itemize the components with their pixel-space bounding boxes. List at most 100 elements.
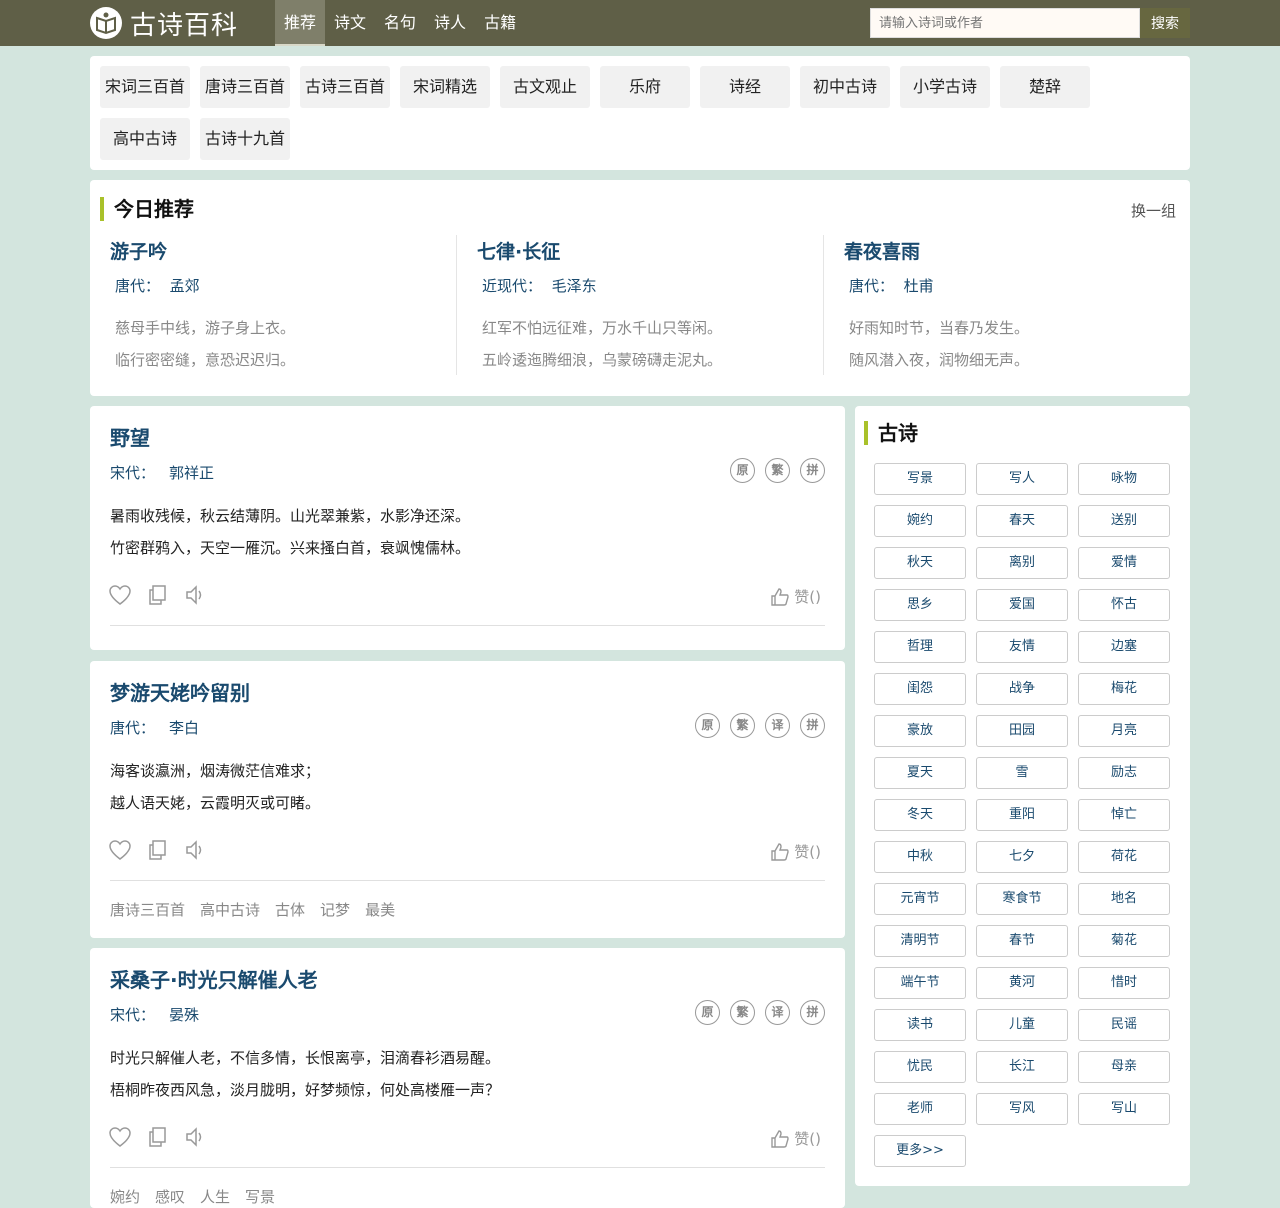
poem-tag[interactable]: 最美	[365, 899, 395, 920]
copy-icon[interactable]	[146, 584, 170, 606]
nav-item-quotes[interactable]: 名句	[375, 0, 425, 46]
sidebar-tag[interactable]: 冬天	[874, 799, 966, 831]
like-button[interactable]: 赞()	[770, 586, 821, 607]
sidebar-tag[interactable]: 春节	[976, 925, 1068, 957]
nav-item-recommend[interactable]: 推荐	[275, 0, 326, 46]
pinyin-badge[interactable]: 拼	[800, 1000, 825, 1025]
sidebar-tag[interactable]: 友情	[976, 631, 1068, 663]
pinyin-badge[interactable]: 拼	[800, 713, 825, 738]
copy-icon[interactable]	[146, 1126, 170, 1148]
traditional-badge[interactable]: 繁	[730, 1000, 755, 1025]
traditional-badge[interactable]: 繁	[730, 713, 755, 738]
nav-item-classics[interactable]: 古籍	[475, 0, 525, 46]
category-item[interactable]: 宋词三百首	[100, 66, 190, 108]
speaker-icon[interactable]	[184, 1126, 208, 1148]
site-logo[interactable]: 古诗百科	[90, 6, 238, 41]
heart-icon[interactable]	[108, 839, 132, 861]
category-item[interactable]: 古诗三百首	[300, 66, 390, 108]
search-input[interactable]	[870, 8, 1140, 38]
poem-tag[interactable]: 高中古诗	[200, 899, 260, 920]
nav-item-poems[interactable]: 诗文	[325, 0, 375, 46]
sidebar-tag[interactable]: 长江	[976, 1051, 1068, 1083]
sidebar-tag[interactable]: 端午节	[874, 967, 966, 999]
sidebar-tag[interactable]: 思乡	[874, 589, 966, 621]
recommend-title[interactable]: 游子吟	[110, 237, 167, 264]
sidebar-tag[interactable]: 重阳	[976, 799, 1068, 831]
sidebar-tag[interactable]: 荷花	[1078, 841, 1170, 873]
poem-tag[interactable]: 人生	[200, 1186, 230, 1207]
original-badge[interactable]: 原	[695, 1000, 720, 1025]
category-item[interactable]: 初中古诗	[800, 66, 890, 108]
author-link[interactable]: 毛泽东	[552, 277, 597, 295]
poem-title[interactable]: 采桑子·时光只解催人老	[110, 964, 318, 993]
sidebar-tag[interactable]: 战争	[976, 673, 1068, 705]
speaker-icon[interactable]	[184, 839, 208, 861]
sidebar-tag[interactable]: 闺怨	[874, 673, 966, 705]
sidebar-tag[interactable]: 惜时	[1078, 967, 1170, 999]
sidebar-tag[interactable]: 民谣	[1078, 1009, 1170, 1041]
sidebar-tag[interactable]: 老师	[874, 1093, 966, 1125]
category-item[interactable]: 楚辞	[1000, 66, 1090, 108]
category-item[interactable]: 古诗十九首	[200, 118, 290, 160]
poem-title[interactable]: 野望	[110, 422, 150, 451]
sidebar-tag[interactable]: 励志	[1078, 757, 1170, 789]
sidebar-tag[interactable]: 月亮	[1078, 715, 1170, 747]
sidebar-tag[interactable]: 七夕	[976, 841, 1068, 873]
category-item[interactable]: 唐诗三百首	[200, 66, 290, 108]
sidebar-tag[interactable]: 田园	[976, 715, 1068, 747]
category-item[interactable]: 古文观止	[500, 66, 590, 108]
original-badge[interactable]: 原	[730, 458, 755, 483]
sidebar-tag[interactable]: 清明节	[874, 925, 966, 957]
author-link[interactable]: 郭祥正	[169, 464, 214, 482]
poem-tag[interactable]: 记梦	[320, 899, 350, 920]
sidebar-tag[interactable]: 寒食节	[976, 883, 1068, 915]
sidebar-tag[interactable]: 离别	[976, 547, 1068, 579]
sidebar-tag[interactable]: 怀古	[1078, 589, 1170, 621]
original-badge[interactable]: 原	[695, 713, 720, 738]
category-item[interactable]: 乐府	[600, 66, 690, 108]
category-item[interactable]: 小学古诗	[900, 66, 990, 108]
recommend-title[interactable]: 春夜喜雨	[844, 237, 920, 264]
sidebar-tag[interactable]: 读书	[874, 1009, 966, 1041]
sidebar-tag[interactable]: 哲理	[874, 631, 966, 663]
poem-tag[interactable]: 唐诗三百首	[110, 899, 185, 920]
like-button[interactable]: 赞()	[770, 841, 821, 862]
translation-badge[interactable]: 译	[765, 1000, 790, 1025]
category-item[interactable]: 高中古诗	[100, 118, 190, 160]
category-item[interactable]: 诗经	[700, 66, 790, 108]
sidebar-tag[interactable]: 爱情	[1078, 547, 1170, 579]
poem-tag[interactable]: 婉约	[110, 1186, 140, 1207]
sidebar-tag[interactable]: 母亲	[1078, 1051, 1170, 1083]
sidebar-tag[interactable]: 忧民	[874, 1051, 966, 1083]
sidebar-tag[interactable]: 春天	[976, 505, 1068, 537]
translation-badge[interactable]: 译	[765, 713, 790, 738]
nav-item-poets[interactable]: 诗人	[425, 0, 475, 46]
author-link[interactable]: 李白	[169, 719, 199, 737]
author-link[interactable]: 晏殊	[169, 1006, 199, 1024]
sidebar-tag[interactable]: 黄河	[976, 967, 1068, 999]
poem-tag[interactable]: 写景	[245, 1186, 275, 1207]
heart-icon[interactable]	[108, 1126, 132, 1148]
sidebar-tag[interactable]: 元宵节	[874, 883, 966, 915]
poem-title[interactable]: 梦游天姥吟留别	[110, 677, 250, 706]
poem-tag[interactable]: 古体	[275, 899, 305, 920]
heart-icon[interactable]	[108, 584, 132, 606]
author-link[interactable]: 孟郊	[170, 277, 200, 295]
sidebar-tag[interactable]: 爱国	[976, 589, 1068, 621]
category-item[interactable]: 宋词精选	[400, 66, 490, 108]
sidebar-tag[interactable]: 秋天	[874, 547, 966, 579]
sidebar-tag[interactable]: 写景	[874, 463, 966, 495]
sidebar-tag[interactable]: 儿童	[976, 1009, 1068, 1041]
like-button[interactable]: 赞()	[770, 1128, 821, 1149]
sidebar-tag[interactable]: 豪放	[874, 715, 966, 747]
sidebar-tag[interactable]: 边塞	[1078, 631, 1170, 663]
copy-icon[interactable]	[146, 839, 170, 861]
sidebar-tag[interactable]: 送别	[1078, 505, 1170, 537]
recommend-title[interactable]: 七律·长征	[477, 237, 560, 264]
more-tags-button[interactable]: 更多>>	[874, 1135, 966, 1167]
sidebar-tag[interactable]: 中秋	[874, 841, 966, 873]
sidebar-tag[interactable]: 地名	[1078, 883, 1170, 915]
change-group-button[interactable]: 换一组	[1131, 200, 1176, 221]
poem-tag[interactable]: 感叹	[155, 1186, 185, 1207]
sidebar-tag[interactable]: 咏物	[1078, 463, 1170, 495]
